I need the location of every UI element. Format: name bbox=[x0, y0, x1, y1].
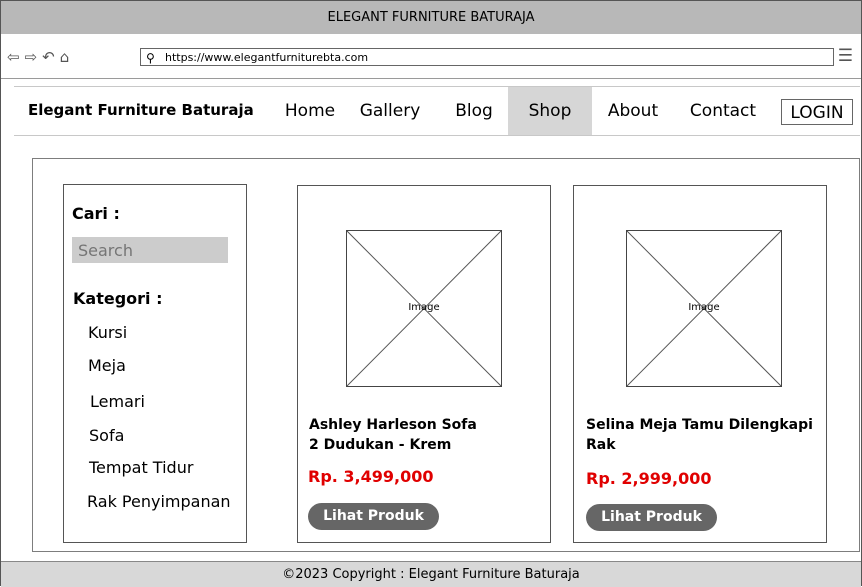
back-icon[interactable]: ⇦ bbox=[7, 48, 25, 66]
product-name: Ashley Harleson Sofa 2 Dudukan - Krem bbox=[309, 415, 477, 455]
image-label: Image bbox=[408, 302, 440, 313]
home-icon[interactable]: ⌂ bbox=[60, 48, 75, 66]
footer-copyright: ©2023 Copyright : Elegant Furniture Batu… bbox=[1, 561, 861, 587]
address-bar: ⇦⇨↶⌂ ⚲ https://www.elegantfurniturebta.c… bbox=[1, 34, 861, 79]
hamburger-menu-icon[interactable]: ☰ bbox=[838, 46, 853, 66]
view-product-button[interactable]: Lihat Produk bbox=[308, 503, 439, 530]
nav-blog[interactable]: Blog bbox=[444, 87, 504, 135]
login-button[interactable]: LOGIN bbox=[781, 99, 853, 125]
nav-shop[interactable]: Shop bbox=[508, 87, 592, 135]
category-sofa[interactable]: Sofa bbox=[89, 426, 124, 445]
category-rak-penyimpanan[interactable]: Rak Penyimpanan bbox=[87, 492, 231, 511]
product-image-placeholder: Image bbox=[346, 230, 502, 387]
product-name: Selina Meja Tamu Dilengkapi Rak bbox=[586, 415, 813, 455]
search-input[interactable] bbox=[72, 237, 228, 263]
product-name-line: Rak bbox=[586, 437, 616, 453]
category-meja[interactable]: Meja bbox=[88, 356, 126, 375]
search-title: Cari : bbox=[72, 204, 120, 223]
product-name-line: 2 Dudukan - Krem bbox=[309, 437, 452, 453]
search-icon: ⚲ bbox=[146, 51, 155, 65]
category-tempat-tidur[interactable]: Tempat Tidur bbox=[89, 458, 193, 477]
nav-gallery[interactable]: Gallery bbox=[350, 87, 430, 135]
product-name-line: Selina Meja Tamu Dilengkapi bbox=[586, 417, 813, 433]
product-image-placeholder: Image bbox=[626, 230, 782, 387]
site-navigation: Elegant Furniture Baturaja Home Gallery … bbox=[14, 86, 860, 136]
site-brand[interactable]: Elegant Furniture Baturaja bbox=[28, 101, 254, 119]
category-title: Kategori : bbox=[73, 289, 163, 308]
browser-nav-icons: ⇦⇨↶⌂ bbox=[7, 48, 74, 66]
reload-icon[interactable]: ↶ bbox=[42, 48, 60, 66]
window-title: ELEGANT FURNITURE BATURAJA bbox=[1, 1, 861, 35]
forward-icon[interactable]: ⇨ bbox=[25, 48, 43, 66]
nav-contact[interactable]: Contact bbox=[678, 87, 768, 135]
url-field[interactable]: ⚲ https://www.elegantfurniturebta.com bbox=[140, 48, 834, 66]
nav-about[interactable]: About bbox=[598, 87, 668, 135]
product-price: Rp. 3,499,000 bbox=[308, 467, 434, 486]
product-name-line: Ashley Harleson Sofa bbox=[309, 417, 477, 433]
url-text: https://www.elegantfurniturebta.com bbox=[165, 51, 369, 64]
product-price: Rp. 2,999,000 bbox=[586, 469, 712, 488]
nav-home[interactable]: Home bbox=[276, 87, 344, 135]
image-label: Image bbox=[688, 302, 720, 313]
category-lemari[interactable]: Lemari bbox=[90, 392, 145, 411]
view-product-button[interactable]: Lihat Produk bbox=[586, 504, 717, 531]
category-kursi[interactable]: Kursi bbox=[88, 323, 127, 342]
